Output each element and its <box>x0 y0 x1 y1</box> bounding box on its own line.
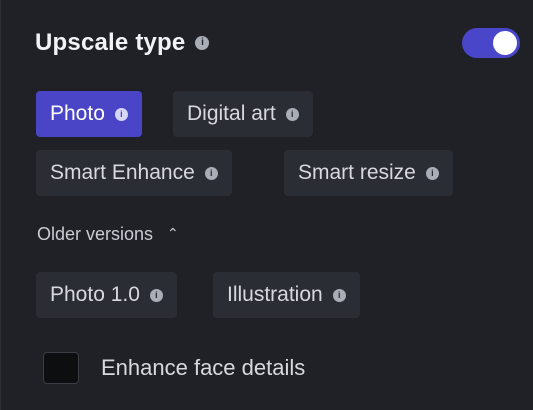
info-icon[interactable]: i <box>204 166 218 180</box>
chip-label: Smart resize <box>298 161 416 184</box>
upscale-type-photo-button[interactable]: Photo i <box>36 91 142 137</box>
chip-label: Photo 1.0 <box>50 283 140 306</box>
upscale-type-title: Upscale type <box>35 29 186 56</box>
info-icon[interactable]: i <box>332 288 346 302</box>
chip-label: Digital art <box>187 102 276 125</box>
chevron-up-icon: ⌃ <box>167 225 179 241</box>
upscale-panel: Upscale type i Photo i Digital art i Sma… <box>0 0 533 410</box>
upscale-toggle[interactable] <box>462 28 520 58</box>
info-icon[interactable]: i <box>425 166 439 180</box>
info-icon[interactable]: i <box>114 107 128 121</box>
info-icon[interactable]: i <box>195 36 210 50</box>
chip-label: Photo <box>50 102 105 125</box>
older-versions-toggle[interactable]: Older versions ⌃ <box>37 224 179 245</box>
enhance-face-details-label: Enhance face details <box>101 355 306 380</box>
info-icon[interactable]: i <box>285 107 299 121</box>
older-type-illustration-button[interactable]: Illustration i <box>213 272 360 318</box>
chip-label: Smart Enhance <box>50 161 195 184</box>
upscale-type-digital-art-button[interactable]: Digital art i <box>173 91 313 137</box>
chip-label: Illustration <box>227 283 323 306</box>
upscale-type-smart-resize-button[interactable]: Smart resize i <box>284 150 453 196</box>
enhance-face-details-row[interactable]: Enhance face details <box>43 352 305 384</box>
older-versions-label: Older versions <box>37 224 154 244</box>
toggle-knob <box>493 31 517 55</box>
upscale-type-header: Upscale type i <box>35 26 520 60</box>
enhance-face-details-checkbox[interactable] <box>43 352 79 384</box>
title-wrap: Upscale type i <box>35 29 210 57</box>
older-type-photo-1-0-button[interactable]: Photo 1.0 i <box>36 272 177 318</box>
upscale-type-smart-enhance-button[interactable]: Smart Enhance i <box>36 150 232 196</box>
info-icon[interactable]: i <box>149 288 163 302</box>
